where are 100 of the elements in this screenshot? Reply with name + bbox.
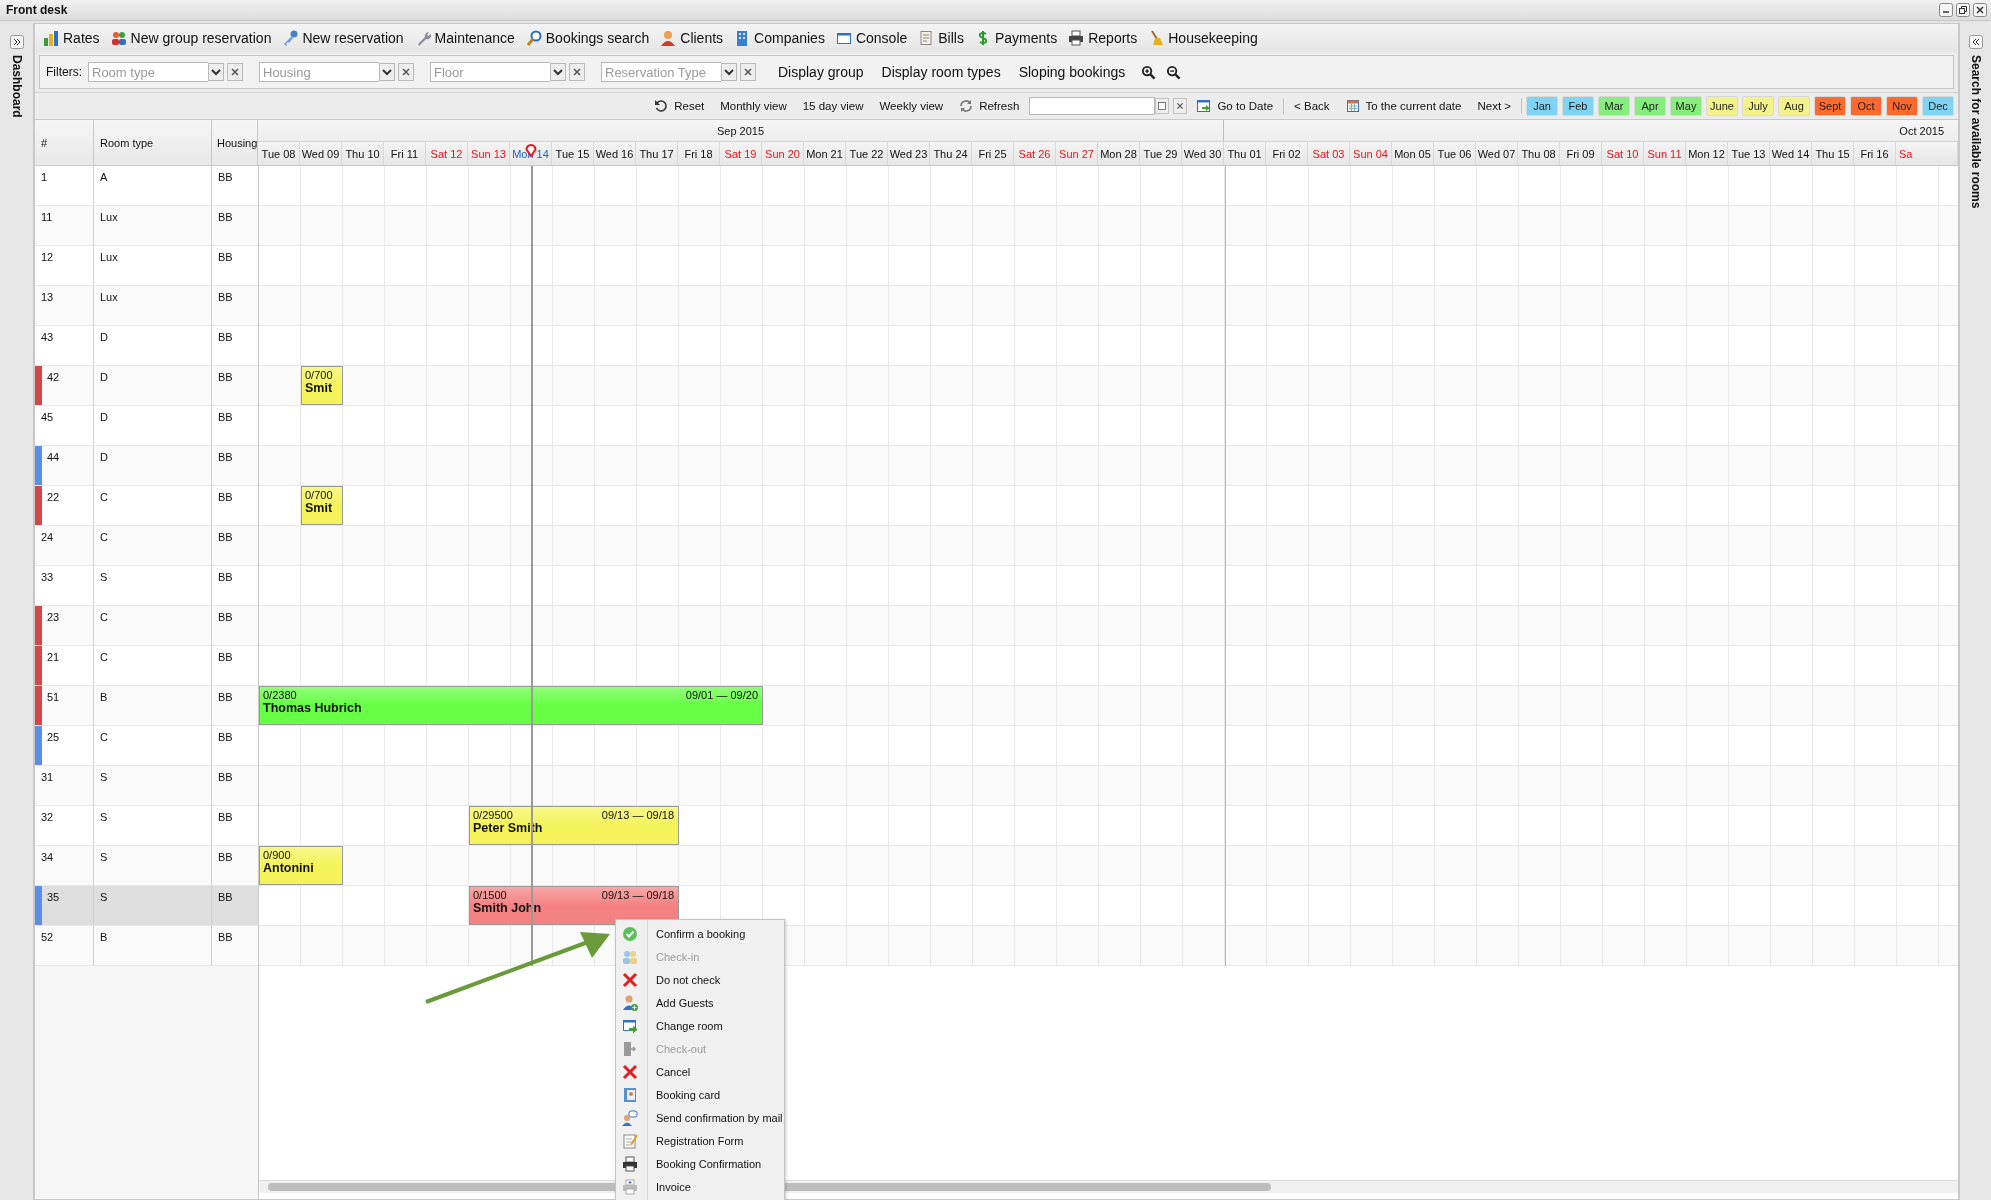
month-button[interactable]: June [1706,96,1738,116]
table-row[interactable]: 24 C BB [35,526,258,566]
table-row[interactable]: 11 Lux BB [35,206,258,246]
toolbar-button[interactable]: New reservation [278,28,408,48]
minimize-icon[interactable] [1939,3,1953,17]
view-button[interactable]: Weekly view [873,98,950,114]
dropdown-icon[interactable] [550,62,566,82]
booking-bar[interactable]: 0/2380 09/01 — 09/20 Thomas Hubrich [259,686,763,725]
calendar-row[interactable]: 0/700 Smit [259,486,1958,526]
toolbar-button[interactable]: Maintenance [410,28,519,48]
nav-button[interactable]: < Back [1288,98,1336,114]
calendar-row[interactable]: 0/900 Antonini [259,846,1958,886]
toolbar-button[interactable]: Payments [970,28,1062,48]
filter-button[interactable]: Display group [772,62,870,82]
close-icon[interactable] [1973,3,1987,17]
calendar-row[interactable]: 0/2380 09/01 — 09/20 Thomas Hubrich [259,686,1958,726]
toolbar-button[interactable]: Clients [656,28,728,48]
table-row[interactable]: 43 D BB [35,326,258,366]
toolbar-button[interactable]: Housekeeping [1144,28,1262,48]
menu-item[interactable]: Invoice [616,1175,784,1198]
menu-item[interactable]: Booking Confirmation [616,1152,784,1175]
table-row[interactable]: 1 A BB [35,166,258,206]
menu-item[interactable]: Do not check [616,968,784,991]
table-row[interactable]: 45 D BB [35,406,258,446]
month-button[interactable]: Apr [1634,96,1666,116]
menu-item[interactable]: Cancel [616,1060,784,1083]
table-row[interactable]: 51 B BB [35,686,258,726]
month-button[interactable]: Oct [1850,96,1882,116]
column-header[interactable]: # [35,120,94,165]
menu-item[interactable]: Add Guests [616,991,784,1014]
view-button[interactable]: Reset [648,97,711,115]
filter-field[interactable]: Floor [430,62,550,82]
table-row[interactable]: 35 S BB [35,886,258,926]
table-row[interactable]: 44 D BB [35,446,258,486]
table-row[interactable]: 42 D BB [35,366,258,406]
dashboard-label[interactable]: Dashboard [9,55,24,118]
month-button[interactable]: Feb [1562,96,1594,116]
menu-item[interactable]: Change room [616,1014,784,1037]
toolbar-button[interactable]: Console [831,28,912,48]
table-row[interactable]: 32 S BB [35,806,258,846]
clear-icon[interactable] [569,63,585,81]
view-button[interactable]: Monthly view [714,98,793,114]
expand-icon[interactable] [9,35,24,49]
booking-bar[interactable]: 0/700 Smit [301,366,343,405]
toolbar-button[interactable]: New group reservation [106,28,276,48]
month-button[interactable]: Sept [1814,96,1846,116]
dropdown-icon[interactable] [208,62,224,82]
nav-button[interactable]: Go to Date [1191,97,1280,115]
menu-item[interactable]: Registration Form [616,1129,784,1152]
toolbar-button[interactable]: Bookings search [521,28,654,48]
filter-field[interactable]: Housing [259,62,379,82]
booking-bar[interactable]: 0/900 Antonini [259,846,343,885]
search-rooms-label[interactable]: Search for available rooms [1968,55,1983,209]
column-header[interactable]: Room type [94,120,212,165]
table-row[interactable]: 31 S BB [35,766,258,806]
clear-icon[interactable] [227,63,243,81]
month-button[interactable]: Jan [1526,96,1558,116]
table-row[interactable]: 12 Lux BB [35,246,258,286]
month-button[interactable]: Nov [1886,96,1918,116]
nav-button[interactable]: To the current date [1339,97,1468,115]
clear-icon[interactable] [1173,98,1188,114]
table-row[interactable]: 33 S BB [35,566,258,606]
dropdown-icon[interactable] [721,62,737,82]
restore-icon[interactable] [1956,3,1970,17]
month-button[interactable]: Mar [1598,96,1630,116]
zoom-in-icon[interactable] [1141,64,1157,80]
zoom-out-icon[interactable] [1166,64,1182,80]
month-button[interactable]: Dec [1922,96,1954,116]
month-button[interactable]: July [1742,96,1774,116]
collapse-icon[interactable] [1968,35,1983,49]
view-button[interactable]: Refresh [953,97,1026,115]
month-button[interactable]: Aug [1778,96,1810,116]
table-row[interactable]: 34 S BB [35,846,258,886]
menu-item[interactable]: Booking card [616,1083,784,1106]
table-row[interactable]: 25 C BB [35,726,258,766]
date-field[interactable] [1029,97,1156,115]
toolbar-button[interactable]: Bills [914,28,968,48]
scrollbar[interactable] [259,1180,1958,1193]
month-button[interactable]: May [1670,96,1702,116]
view-button[interactable]: 15 day view [796,98,870,114]
menu-item[interactable]: Send confirmation by mail [616,1106,784,1129]
table-row[interactable]: 23 C BB [35,606,258,646]
filter-button[interactable]: Sloping bookings [1012,62,1132,82]
toolbar-button[interactable]: Reports [1064,28,1142,48]
booking-bar[interactable]: 0/700 Smit [301,486,343,525]
table-row[interactable]: 13 Lux BB [35,286,258,326]
toolbar-button[interactable]: Rates [39,28,104,48]
filter-field[interactable]: Reservation Type [601,62,721,82]
filter-button[interactable]: Display room types [875,62,1007,82]
toolbar-button[interactable]: Companies [730,28,829,48]
calendar-icon[interactable] [1155,97,1170,115]
column-header[interactable]: Housing [212,120,258,165]
clear-icon[interactable] [740,63,756,81]
table-row[interactable]: 22 C BB [35,486,258,526]
filter-field[interactable]: Room type [88,62,208,82]
table-row[interactable]: 21 C BB [35,646,258,686]
dropdown-icon[interactable] [379,62,395,82]
clear-icon[interactable] [398,63,414,81]
nav-button[interactable]: Next > [1471,98,1517,114]
table-row[interactable]: 52 B BB [35,926,258,966]
